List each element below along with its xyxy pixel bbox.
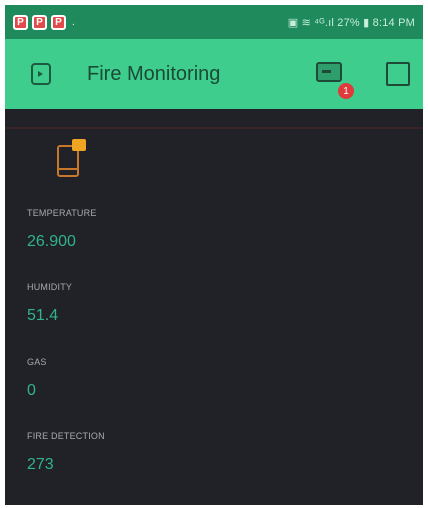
status-right-info: ▣ ≋ ⁴ᴳ.ıl 27% ▮ 8:14 PM	[287, 16, 415, 29]
stop-square-icon[interactable]	[386, 62, 410, 86]
back-to-device-icon[interactable]	[31, 63, 51, 85]
widget-label-fire-detection: FIRE DETECTION	[27, 431, 105, 441]
notification-p-icon: P	[13, 14, 28, 30]
phone-screen: P P P . ▣ ≋ ⁴ᴳ.ıl 27% ▮ 8:14 PM Fire Mon…	[5, 5, 423, 505]
notification-p-icon: P	[51, 14, 66, 30]
notification-p-icon: P	[32, 14, 47, 30]
widget-value-humidity[interactable]: 51.4	[27, 307, 58, 325]
status-bar: P P P . ▣ ≋ ⁴ᴳ.ıl 27% ▮ 8:14 PM	[5, 5, 423, 39]
widget-value-gas[interactable]: 0	[27, 382, 36, 400]
device-switch-icon[interactable]	[316, 62, 342, 82]
app-bar: Fire Monitoring 1	[5, 39, 423, 109]
status-more-dots: .	[72, 16, 75, 28]
status-left-icons: P P P .	[5, 14, 75, 30]
device-widget-badge	[72, 139, 86, 151]
widget-label-humidity: HUMIDITY	[27, 282, 73, 292]
widget-value-fire-detection[interactable]: 273	[27, 456, 54, 474]
notification-badge: 1	[338, 83, 354, 99]
app-title: Fire Monitoring	[87, 62, 221, 85]
device-switch-icon-inner	[322, 70, 331, 73]
widget-label-temperature: TEMPERATURE	[27, 208, 97, 218]
widget-label-gas: GAS	[27, 357, 47, 367]
app-bar-divider	[5, 127, 423, 129]
widget-value-temperature[interactable]: 26.900	[27, 233, 76, 251]
